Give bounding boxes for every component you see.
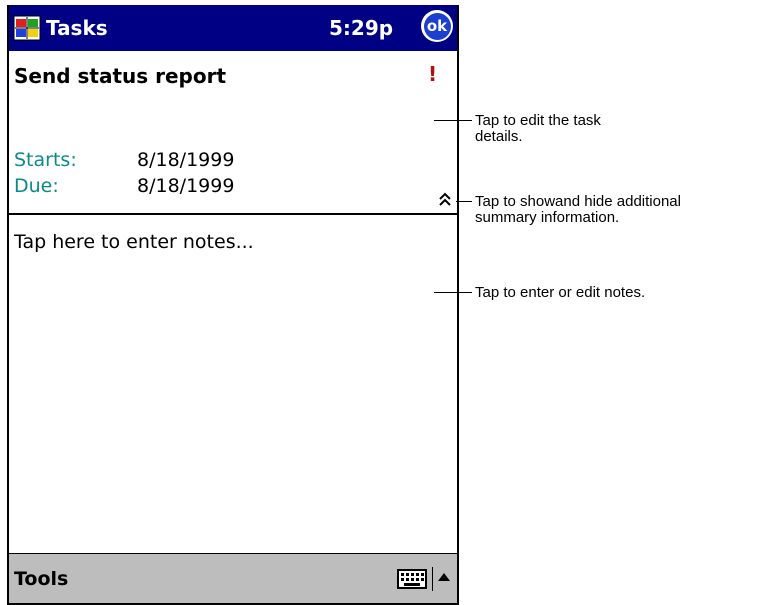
notes-area[interactable]: Tap here to enter notes... (9, 215, 457, 553)
pocket-pc-screen: Tasks 5:29p ok Send status report ! Star… (7, 5, 459, 605)
app-title: Tasks (46, 16, 108, 40)
due-value: 8/18/1999 (137, 175, 235, 197)
callout-edit-notes: Tap to enter or edit notes. (475, 284, 646, 301)
clock[interactable]: 5:29p (329, 16, 393, 40)
keyboard-icon[interactable] (397, 568, 427, 590)
ok-button[interactable]: ok (421, 10, 453, 42)
title-bar: Tasks 5:29p ok (9, 5, 457, 51)
high-priority-icon: ! (428, 62, 438, 86)
menu-bar: Tools (9, 553, 457, 603)
double-chevron-up-icon[interactable] (437, 191, 453, 207)
task-summary-area[interactable]: Send status report ! Starts: 8/18/1999 D… (9, 51, 457, 213)
due-label: Due: (14, 175, 59, 197)
callout-show-hide: Tap to showand hide additional summary i… (475, 193, 681, 226)
callout-line-edit-notes (434, 292, 472, 293)
ok-label: ok (423, 12, 451, 40)
windows-flag-start-icon[interactable] (13, 15, 41, 41)
tools-menu[interactable]: Tools (14, 568, 68, 590)
callout-line-edit-details (434, 120, 472, 121)
sip-divider (432, 567, 433, 591)
starts-label: Starts: (14, 149, 77, 171)
notes-placeholder: Tap here to enter notes... (14, 231, 254, 253)
starts-value: 8/18/1999 (137, 149, 235, 171)
callout-line-show-hide (456, 201, 472, 202)
callout-edit-details: Tap to edit the task details. (475, 112, 601, 145)
up-arrow-icon[interactable] (437, 572, 451, 582)
task-title: Send status report (14, 64, 227, 88)
